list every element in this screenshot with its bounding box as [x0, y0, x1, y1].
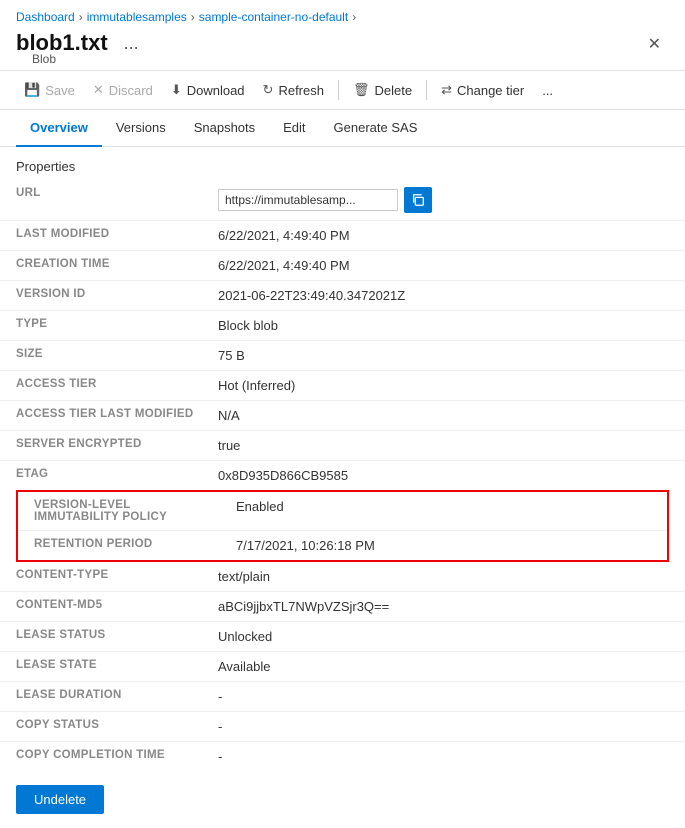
breadcrumb: Dashboard › immutablesamples › sample-co… — [0, 0, 685, 30]
prop-val-lease-duration: - — [210, 682, 685, 711]
change-tier-button[interactable]: ⇄ Change tier — [433, 77, 532, 103]
prop-row-last-modified: LAST MODIFIED 6/22/2021, 4:49:40 PM — [0, 221, 685, 251]
prop-key-lease-status: LEASE STATUS — [0, 622, 210, 651]
prop-key-retention-period: RETENTION PERIOD — [18, 531, 228, 560]
prop-row-content-md5: CONTENT-MD5 aBCi9jjbxTL7NWpVZSjr3Q== — [0, 592, 685, 622]
prop-row-creation-time: CREATION TIME 6/22/2021, 4:49:40 PM — [0, 251, 685, 281]
prop-row-access-tier-last-modified: ACCESS TIER LAST MODIFIED N/A — [0, 401, 685, 431]
prop-key-server-encrypted: SERVER ENCRYPTED — [0, 431, 210, 460]
page-title: blob1.txt — [16, 30, 108, 56]
more-button[interactable]: ... — [534, 78, 561, 103]
prop-key-lease-state: LEASE STATE — [0, 652, 210, 681]
prop-row-retention-period: RETENTION PERIOD 7/17/2021, 10:26:18 PM — [18, 531, 667, 560]
tabs-bar: Overview Versions Snapshots Edit Generat… — [0, 110, 685, 147]
prop-row-url: URL — [0, 180, 685, 221]
prop-key-copy-status: COPY STATUS — [0, 712, 210, 741]
breadcrumb-dashboard[interactable]: Dashboard — [16, 10, 75, 24]
prop-val-url — [210, 180, 685, 220]
discard-icon: ✕ — [93, 82, 104, 98]
prop-val-access-tier: Hot (Inferred) — [210, 371, 685, 400]
prop-val-etag: 0x8D935D866CB9585 — [210, 461, 685, 490]
url-copy-button[interactable] — [404, 187, 432, 213]
prop-val-lease-state: Available — [210, 652, 685, 681]
prop-row-server-encrypted: SERVER ENCRYPTED true — [0, 431, 685, 461]
prop-key-access-tier: ACCESS TIER — [0, 371, 210, 400]
prop-row-type: TYPE Block blob — [0, 311, 685, 341]
prop-key-size: SIZE — [0, 341, 210, 370]
prop-row-lease-state: LEASE STATE Available — [0, 652, 685, 682]
title-ellipsis-button[interactable]: ... — [118, 31, 145, 56]
prop-key-content-md5: CONTENT-MD5 — [0, 592, 210, 621]
properties-label: Properties — [0, 147, 685, 180]
prop-val-last-modified: 6/22/2021, 4:49:40 PM — [210, 221, 685, 250]
prop-val-lease-status: Unlocked — [210, 622, 685, 651]
download-button[interactable]: ⬇ Download — [163, 77, 253, 103]
prop-val-server-encrypted: true — [210, 431, 685, 460]
prop-row-etag: ETAG 0x8D935D866CB9585 — [0, 461, 685, 490]
prop-key-etag: ETAG — [0, 461, 210, 490]
prop-key-access-tier-last-modified: ACCESS TIER LAST MODIFIED — [0, 401, 210, 430]
toolbar-separator-2 — [426, 80, 427, 100]
prop-row-content-type: CONTENT-TYPE text/plain — [0, 562, 685, 592]
prop-row-lease-duration: LEASE DURATION - — [0, 682, 685, 712]
tab-generate-sas[interactable]: Generate SAS — [320, 110, 432, 147]
toolbar-separator — [338, 80, 339, 100]
prop-val-version-id: 2021-06-22T23:49:40.3472021Z — [210, 281, 685, 310]
tab-snapshots[interactable]: Snapshots — [180, 110, 269, 147]
download-icon: ⬇ — [171, 82, 182, 98]
breadcrumb-immutablesamples[interactable]: immutablesamples — [87, 10, 187, 24]
immutability-policy-section: VERSION-LEVEL IMMUTABILITY POLICY Enable… — [16, 490, 669, 562]
refresh-icon: ↻ — [263, 82, 274, 98]
prop-row-immutability-policy: VERSION-LEVEL IMMUTABILITY POLICY Enable… — [18, 492, 667, 531]
discard-button[interactable]: ✕ Discard — [85, 77, 161, 103]
breadcrumb-container[interactable]: sample-container-no-default — [199, 10, 348, 24]
save-button[interactable]: 💾 Save — [16, 77, 83, 103]
prop-val-copy-status: - — [210, 712, 685, 741]
delete-icon: 🗑 — [353, 82, 370, 98]
delete-button[interactable]: 🗑 Delete — [345, 77, 420, 103]
prop-key-lease-duration: LEASE DURATION — [0, 682, 210, 711]
prop-key-content-type: CONTENT-TYPE — [0, 562, 210, 591]
prop-row-size: SIZE 75 B — [0, 341, 685, 371]
save-icon: 💾 — [24, 82, 40, 98]
prop-val-creation-time: 6/22/2021, 4:49:40 PM — [210, 251, 685, 280]
tab-versions[interactable]: Versions — [102, 110, 180, 147]
tab-overview[interactable]: Overview — [16, 110, 102, 147]
prop-val-access-tier-last-modified: N/A — [210, 401, 685, 430]
prop-val-content-type: text/plain — [210, 562, 685, 591]
change-tier-icon: ⇄ — [441, 82, 452, 98]
prop-key-version-id: VERSION ID — [0, 281, 210, 310]
prop-val-retention-period: 7/17/2021, 10:26:18 PM — [228, 531, 667, 560]
tab-edit[interactable]: Edit — [269, 110, 319, 147]
prop-val-type: Block blob — [210, 311, 685, 340]
prop-key-type: TYPE — [0, 311, 210, 340]
prop-val-content-md5: aBCi9jjbxTL7NWpVZSjr3Q== — [210, 592, 685, 621]
prop-row-copy-status: COPY STATUS - — [0, 712, 685, 742]
properties-table: URL LAST MODIFIED 6/22/2021, 4:49:40 PM … — [0, 180, 685, 490]
prop-row-version-id: VERSION ID 2021-06-22T23:49:40.3472021Z — [0, 281, 685, 311]
copy-icon — [411, 193, 425, 207]
undelete-button[interactable]: Undelete — [16, 785, 104, 814]
refresh-button[interactable]: ↻ Refresh — [255, 77, 332, 103]
prop-key-last-modified: LAST MODIFIED — [0, 221, 210, 250]
prop-key-creation-time: CREATION TIME — [0, 251, 210, 280]
prop-row-access-tier: ACCESS TIER Hot (Inferred) — [0, 371, 685, 401]
prop-key-url: URL — [0, 180, 210, 220]
lower-properties-table: CONTENT-TYPE text/plain CONTENT-MD5 aBCi… — [0, 562, 685, 771]
prop-val-immutability-policy: Enabled — [228, 492, 667, 530]
prop-val-size: 75 B — [210, 341, 685, 370]
close-button[interactable]: ✕ — [640, 30, 669, 58]
url-input[interactable] — [218, 189, 398, 211]
prop-key-immutability-policy: VERSION-LEVEL IMMUTABILITY POLICY — [18, 492, 228, 530]
toolbar: 💾 Save ✕ Discard ⬇ Download ↻ Refresh 🗑 … — [0, 70, 685, 110]
prop-row-lease-status: LEASE STATUS Unlocked — [0, 622, 685, 652]
